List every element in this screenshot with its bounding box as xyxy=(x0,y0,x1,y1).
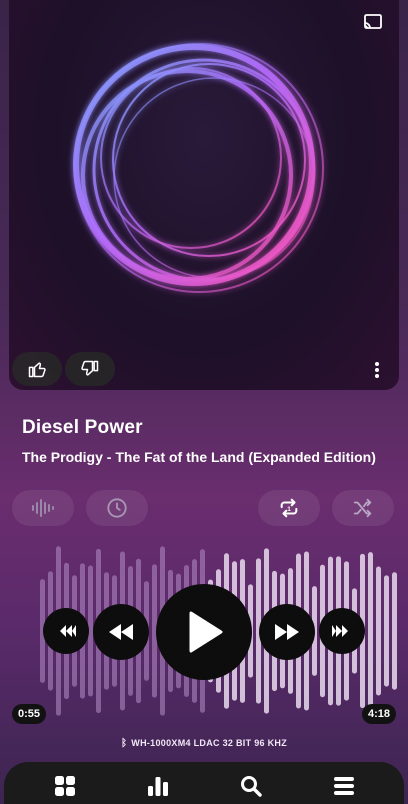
clock-icon xyxy=(107,498,127,518)
rewind-icon xyxy=(109,624,133,640)
fast-forward-icon xyxy=(275,624,299,640)
cast-icon xyxy=(364,14,382,29)
grid-icon xyxy=(54,776,75,796)
more-vert-icon xyxy=(375,362,379,378)
waveform-bar xyxy=(376,566,381,696)
sleep-timer-button[interactable] xyxy=(86,490,148,526)
search-icon xyxy=(240,776,262,797)
track-title: Diesel Power xyxy=(22,417,143,438)
waveform-bar xyxy=(368,552,373,710)
more-options-button[interactable] xyxy=(369,358,385,382)
waveform-bar xyxy=(384,575,389,687)
track-subtitle[interactable]: The Prodigy - The Fat of the Land (Expan… xyxy=(22,449,376,465)
fast-forward-button[interactable] xyxy=(259,604,315,660)
repeat-button[interactable]: 1 xyxy=(258,490,320,526)
elapsed-time: 0:55 xyxy=(12,704,47,724)
menu-icon xyxy=(333,777,354,795)
album-artwork[interactable] xyxy=(9,0,399,390)
skip-previous-icon xyxy=(60,625,76,637)
repeat-icon: 1 xyxy=(280,498,298,518)
waveform-bar xyxy=(392,572,397,690)
rewind-button[interactable] xyxy=(93,604,149,660)
nav-search[interactable] xyxy=(227,766,275,804)
nav-library[interactable] xyxy=(41,766,89,804)
play-button[interactable] xyxy=(156,584,252,680)
device-info-text: WH-1000XM4 LDAC 32 BIT 96 KHZ xyxy=(131,738,288,748)
like-button[interactable] xyxy=(12,352,62,386)
next-track-button[interactable] xyxy=(319,608,365,654)
previous-track-button[interactable] xyxy=(43,608,89,654)
bar-chart-icon xyxy=(147,777,168,796)
waveform-icon xyxy=(32,499,54,517)
svg-text:1: 1 xyxy=(287,506,291,513)
dislike-button[interactable] xyxy=(65,352,115,386)
visualizer-button[interactable] xyxy=(12,490,74,526)
shuffle-icon xyxy=(353,498,372,518)
bluetooth-icon: ᛒ xyxy=(120,738,128,749)
total-duration: 4:18 xyxy=(361,704,396,724)
bottom-navigation xyxy=(4,762,404,804)
output-device-info[interactable]: ᛒ WH-1000XM4 LDAC 32 BIT 96 KHZ xyxy=(0,738,408,749)
nav-stats[interactable] xyxy=(134,766,182,804)
thumbs-down-icon xyxy=(81,360,99,376)
cast-button[interactable] xyxy=(361,10,385,34)
shuffle-button[interactable] xyxy=(332,490,394,526)
skip-next-icon xyxy=(332,625,348,637)
nav-menu[interactable] xyxy=(320,766,368,804)
thumbs-up-icon xyxy=(28,362,46,378)
artwork-rings-image xyxy=(73,43,324,293)
play-icon xyxy=(189,611,223,653)
